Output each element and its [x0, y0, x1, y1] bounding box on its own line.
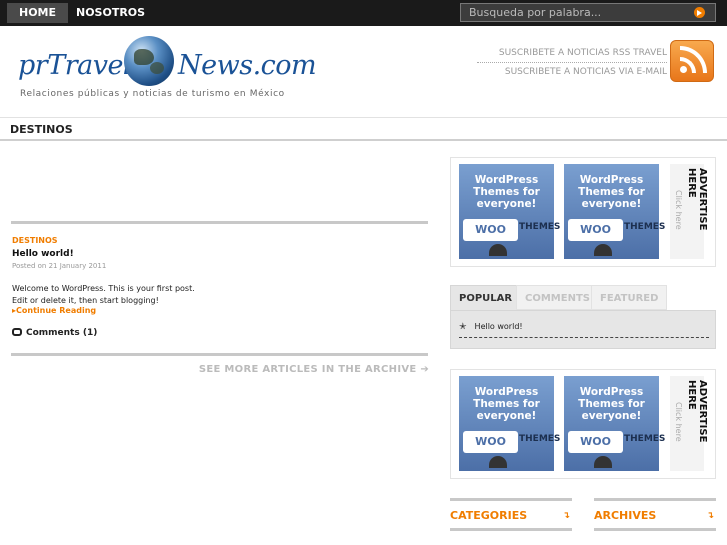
rss-icon[interactable]: [670, 40, 714, 82]
categories-title: CATEGORIES: [450, 509, 528, 522]
nav-home[interactable]: HOME: [7, 3, 69, 23]
comments-label: Comments (1): [26, 328, 98, 338]
tab-comments[interactable]: COMMENTS: [516, 285, 599, 310]
advertise-click: Click here: [674, 402, 683, 442]
ninja-icon: [594, 244, 612, 256]
top-nav-bar: HOME NOSOTROS: [0, 0, 727, 26]
ad-themes: THEMES: [624, 434, 666, 444]
woothemes-ad[interactable]: WordPress Themes for everyone! WOO THEME…: [459, 164, 560, 259]
ad-block: WordPress Themes for everyone! WOO THEME…: [450, 369, 716, 479]
archives-title: ARCHIVES: [594, 509, 657, 522]
advertise-here-link[interactable]: ADVERTISE HERE Click here: [670, 376, 708, 471]
logo-text-prtravel: prTravel: [18, 50, 132, 81]
tab-featured[interactable]: FEATURED: [591, 285, 668, 310]
ad-woo: WOO: [568, 431, 623, 453]
section-bar: DESTINOS: [0, 117, 727, 141]
search-box: [460, 3, 716, 22]
ad-themes: THEMES: [624, 222, 666, 232]
ad-themes: THEMES: [519, 222, 561, 232]
tab-popular[interactable]: POPULAR: [450, 285, 522, 310]
ninja-icon: [489, 244, 507, 256]
comment-icon: [12, 328, 22, 336]
tab-widget: POPULAR COMMENTS FEATURED ✭ Hello world!: [450, 285, 716, 350]
chevron-down-icon: ↴: [706, 511, 714, 521]
nav-nosotros[interactable]: NOSOTROS: [64, 3, 157, 23]
ad-woo: WOO: [463, 431, 518, 453]
ad-text: WordPress Themes for everyone!: [473, 174, 540, 210]
advertise-here-link[interactable]: ADVERTISE HERE Click here: [670, 164, 708, 259]
woothemes-ad[interactable]: WordPress Themes for everyone! WOO THEME…: [564, 164, 665, 259]
continue-reading-link[interactable]: Continue Reading: [12, 306, 96, 315]
ad-text: WordPress Themes for everyone!: [578, 386, 645, 422]
ad-themes: THEMES: [519, 434, 561, 444]
subscribe-rss-link[interactable]: SUSCRIBETE A NOTICIAS RSS TRAVEL: [477, 48, 667, 63]
archives-widget[interactable]: ARCHIVES ↴: [594, 498, 716, 531]
post-date: Posted on 21 January 2011: [12, 262, 107, 270]
post-title[interactable]: Hello world!: [12, 249, 74, 259]
ad-text: WordPress Themes for everyone!: [473, 386, 540, 422]
ad-text: WordPress Themes for everyone!: [578, 174, 645, 210]
search-input[interactable]: [461, 4, 687, 21]
site-tagline: Relaciones públicas y noticias de turism…: [20, 89, 285, 99]
search-submit-icon[interactable]: [694, 7, 705, 18]
divider: [11, 353, 428, 356]
list-item[interactable]: ✭ Hello world!: [459, 322, 709, 338]
post-category[interactable]: DESTINOS: [12, 236, 58, 245]
chevron-down-icon: ↴: [562, 511, 570, 521]
popular-item-title: Hello world!: [474, 322, 523, 331]
globe-icon: [124, 36, 174, 86]
archive-link[interactable]: SEE MORE ARTICLES IN THE ARCHIVE: [199, 364, 429, 375]
page-title: DESTINOS: [10, 123, 73, 136]
logo-text-news: News.com: [178, 50, 317, 81]
ad-woo: WOO: [463, 219, 518, 241]
post-excerpt: Welcome to WordPress. This is your first…: [12, 284, 195, 305]
tab-panel-popular: ✭ Hello world!: [450, 310, 716, 349]
ad-woo: WOO: [568, 219, 623, 241]
star-icon: ✭: [459, 322, 467, 332]
woothemes-ad[interactable]: WordPress Themes for everyone! WOO THEME…: [459, 376, 560, 471]
categories-widget[interactable]: CATEGORIES ↴: [450, 498, 572, 531]
ninja-icon: [594, 456, 612, 468]
advertise-click: Click here: [674, 190, 683, 230]
subscribe-email-link[interactable]: SUSCRIBETE A NOTICIAS VIA E-MAIL: [505, 67, 667, 77]
divider: [11, 221, 428, 224]
woothemes-ad[interactable]: WordPress Themes for everyone! WOO THEME…: [564, 376, 665, 471]
advertise-label: ADVERTISE HERE: [686, 380, 708, 443]
ad-block: WordPress Themes for everyone! WOO THEME…: [450, 157, 716, 267]
comments-link[interactable]: Comments (1): [12, 328, 97, 338]
ninja-icon: [489, 456, 507, 468]
advertise-label: ADVERTISE HERE: [686, 168, 708, 231]
